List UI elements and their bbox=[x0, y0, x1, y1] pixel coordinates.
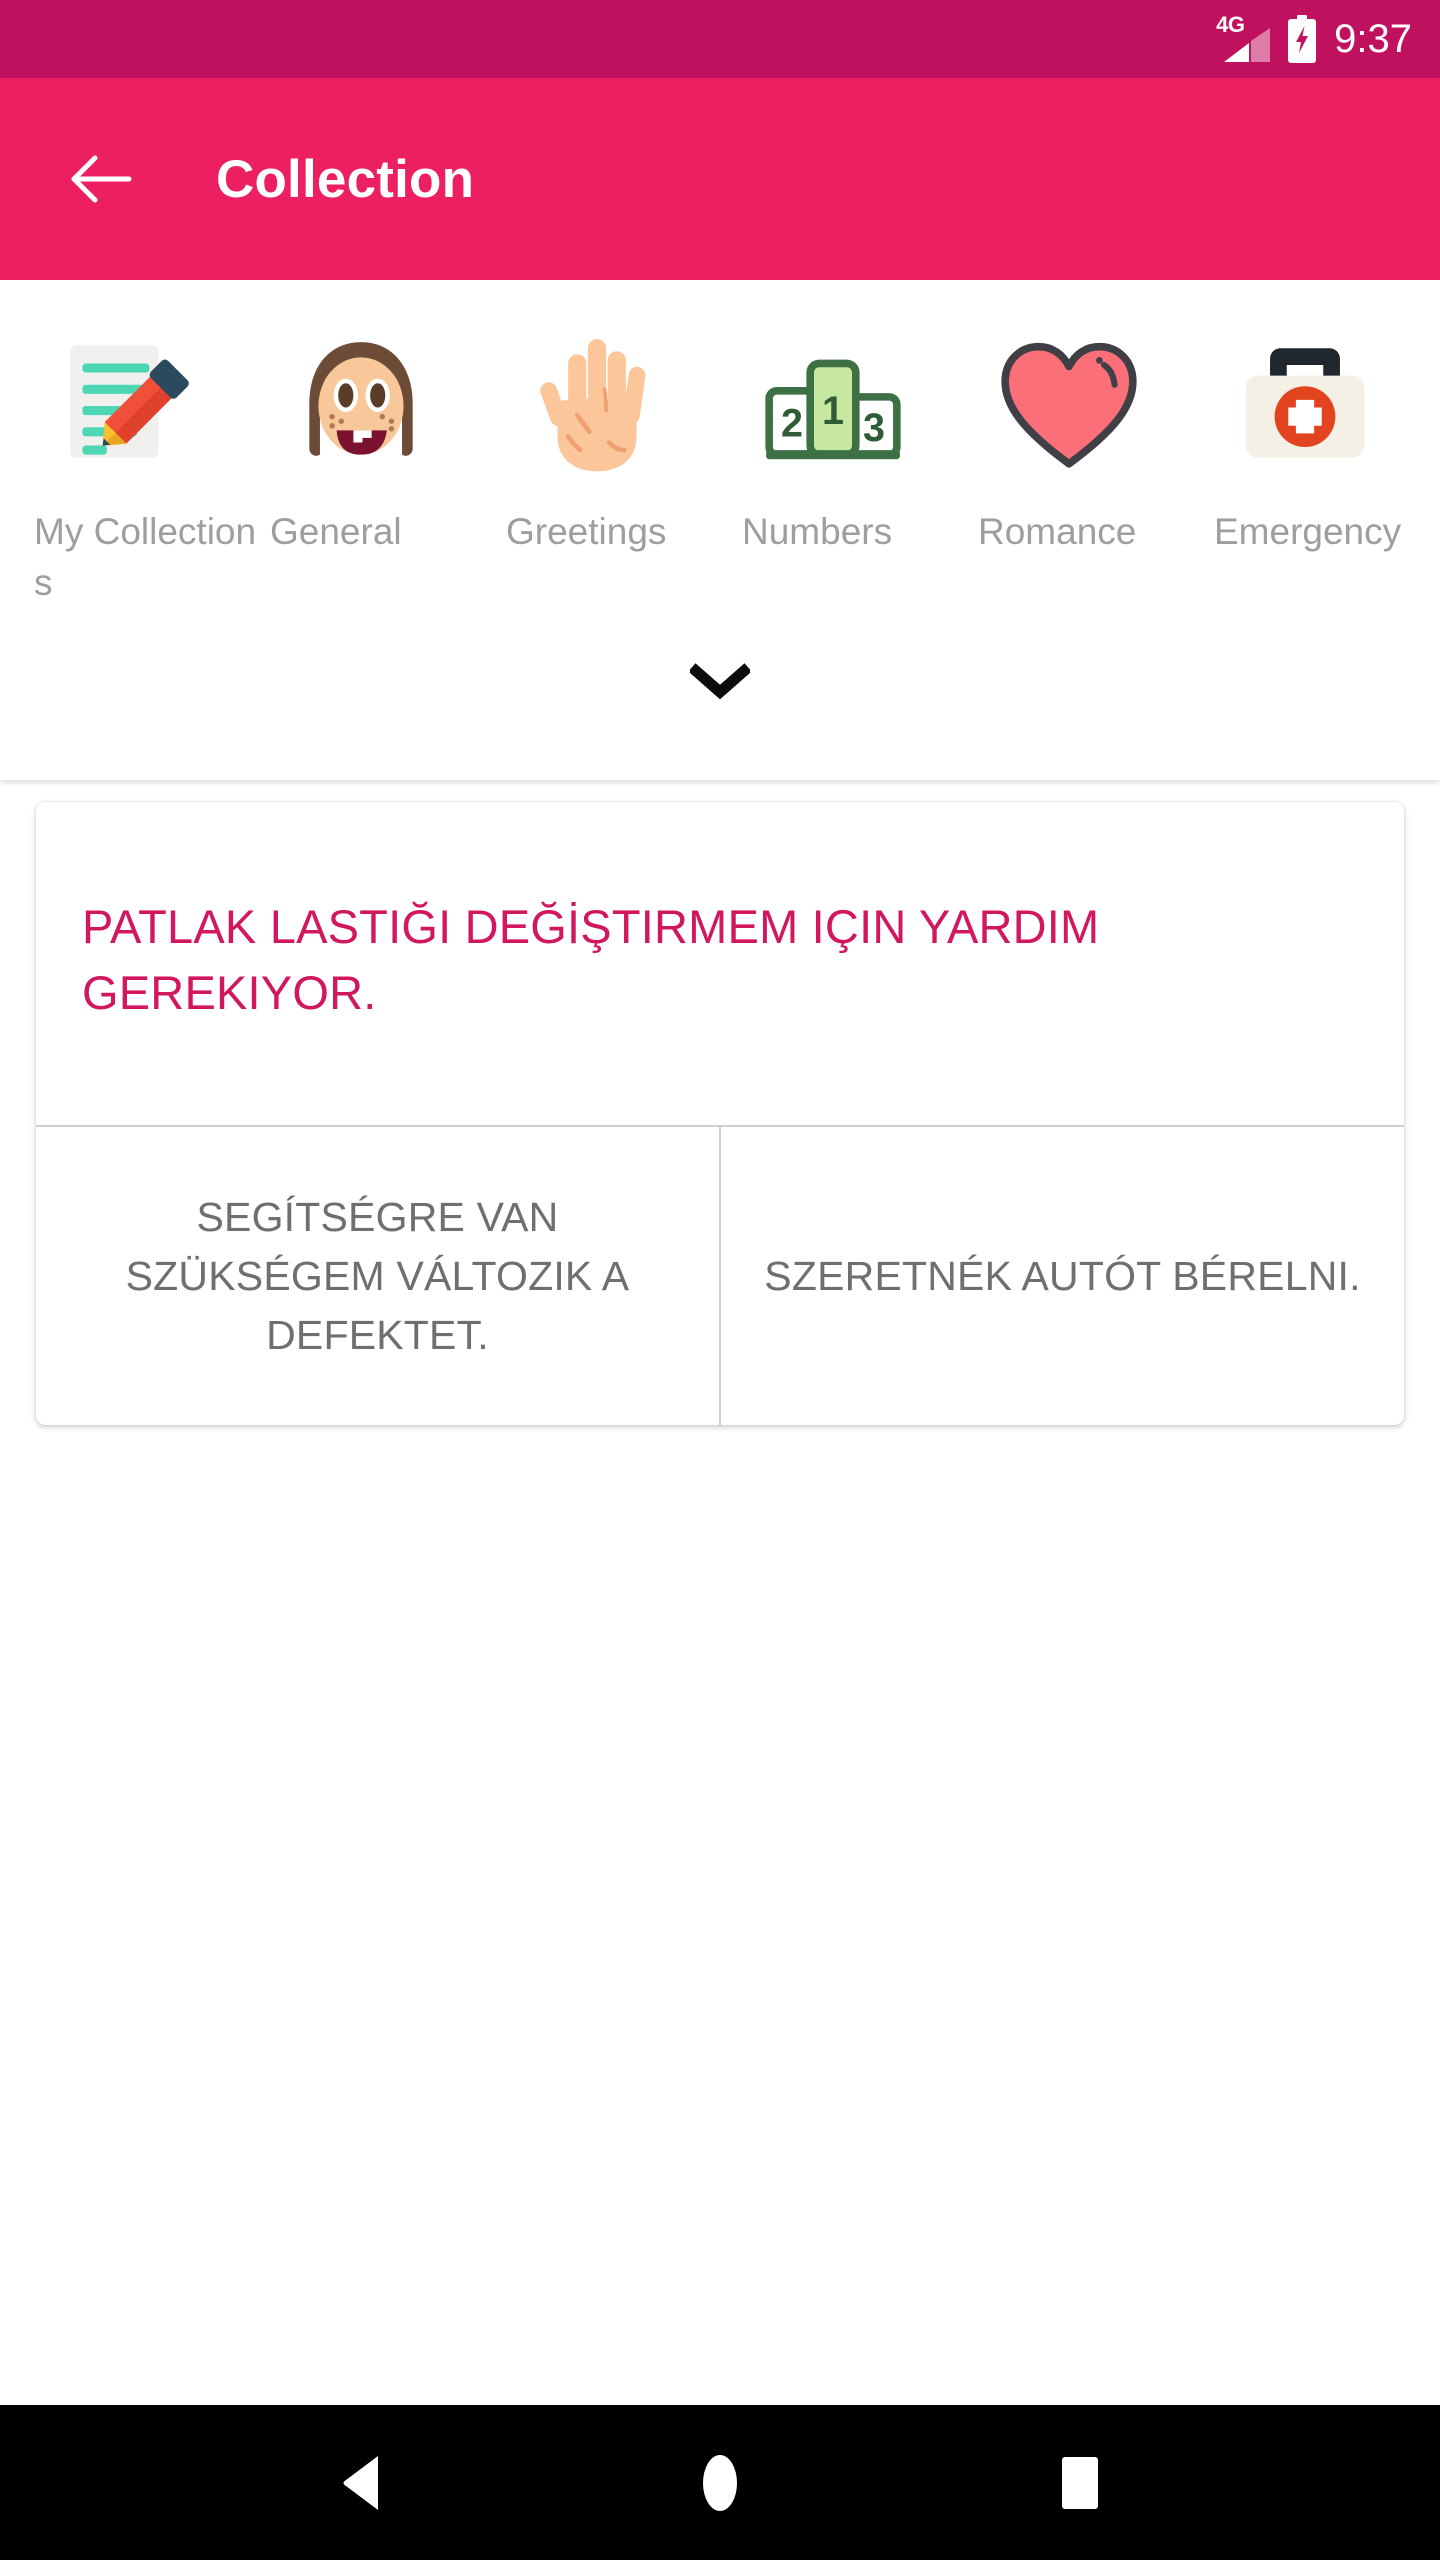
svg-text:2: 2 bbox=[781, 401, 803, 445]
memo-pencil-icon bbox=[35, 322, 215, 490]
suggestion-text: SEGÍTSÉGRE VAN SZÜKSÉGEM VÁLTOZIK A DEFE… bbox=[125, 1193, 630, 1358]
phrase-card: PATLAK LASTIĞI DEĞİŞTIRMEM IÇIN YARDIM G… bbox=[36, 802, 1404, 1425]
app-bar: Collection bbox=[0, 78, 1440, 280]
category-panel: My Collections General Greetings 2 1 3 N… bbox=[0, 280, 1440, 780]
expand-categories-button[interactable] bbox=[677, 644, 763, 718]
category-item-emergency[interactable]: Emergency bbox=[1210, 322, 1440, 557]
source-phrase-text: PATLAK LASTIĞI DEĞİŞTIRMEM IÇIN YARDIM G… bbox=[82, 900, 1100, 1019]
category-item-my-collections[interactable]: My Collections bbox=[30, 322, 266, 608]
category-item-romance[interactable]: Romance bbox=[974, 322, 1210, 557]
category-label: Romance bbox=[978, 511, 1137, 552]
content-area: PATLAK LASTIĞI DEĞİŞTIRMEM IÇIN YARDIM G… bbox=[0, 780, 1440, 2405]
arrow-left-icon bbox=[71, 155, 132, 203]
svg-text:3: 3 bbox=[863, 406, 885, 450]
category-item-numbers[interactable]: 2 1 3 Numbers bbox=[738, 322, 974, 557]
nav-recents-button[interactable] bbox=[1025, 2428, 1135, 2538]
raised-hand-icon bbox=[507, 322, 687, 490]
category-label: My Collections bbox=[34, 511, 257, 603]
phrase-main: PATLAK LASTIĞI DEĞİŞTIRMEM IÇIN YARDIM G… bbox=[36, 802, 1404, 1125]
first-aid-kit-icon bbox=[1215, 322, 1395, 490]
heart-icon bbox=[979, 322, 1159, 490]
android-navigation-bar bbox=[0, 2405, 1440, 2560]
category-label: Emergency bbox=[1214, 511, 1402, 552]
category-label: Greetings bbox=[506, 511, 667, 552]
category-item-greetings[interactable]: Greetings bbox=[502, 322, 738, 557]
status-bar: 4G 9:37 bbox=[0, 0, 1440, 78]
circle-home-icon bbox=[703, 2454, 737, 2511]
suggestion-option-1[interactable]: SEGÍTSÉGRE VAN SZÜKSÉGEM VÁLTOZIK A DEFE… bbox=[36, 1127, 719, 1425]
page-title: Collection bbox=[216, 149, 475, 209]
square-recents-icon bbox=[1062, 2456, 1098, 2509]
category-item-general[interactable]: General bbox=[266, 322, 502, 557]
suggestion-option-2[interactable]: SZERETNÉK AUTÓT BÉRELNI. bbox=[719, 1127, 1404, 1425]
svg-text:1: 1 bbox=[822, 389, 844, 433]
category-label: Numbers bbox=[742, 511, 893, 552]
triangle-back-icon bbox=[343, 2455, 378, 2510]
battery-charging-icon bbox=[1286, 15, 1318, 63]
nav-home-button[interactable] bbox=[665, 2428, 775, 2538]
suggestion-text: SZERETNÉK AUTÓT BÉRELNI. bbox=[764, 1252, 1361, 1299]
category-label: General bbox=[270, 511, 402, 552]
expand-row bbox=[0, 608, 1440, 780]
phone-screen: 4G 9:37 Collection My Collections Genera… bbox=[0, 0, 1440, 2560]
girl-face-icon bbox=[271, 322, 451, 490]
status-bar-clock: 9:37 bbox=[1334, 17, 1412, 61]
back-button[interactable] bbox=[66, 143, 138, 215]
suggestion-row: SEGÍTSÉGRE VAN SZÜKSÉGEM VÁLTOZIK A DEFE… bbox=[36, 1125, 1404, 1425]
chevron-down-icon bbox=[690, 663, 750, 699]
signal-bars-icon: 4G bbox=[1216, 14, 1271, 62]
category-list: My Collections General Greetings 2 1 3 N… bbox=[0, 280, 1440, 608]
signal-triangle-icon bbox=[1224, 28, 1271, 62]
podium-icon: 2 1 3 bbox=[743, 322, 923, 490]
nav-back-button[interactable] bbox=[305, 2428, 415, 2538]
status-icons: 4G 9:37 bbox=[1216, 14, 1412, 63]
